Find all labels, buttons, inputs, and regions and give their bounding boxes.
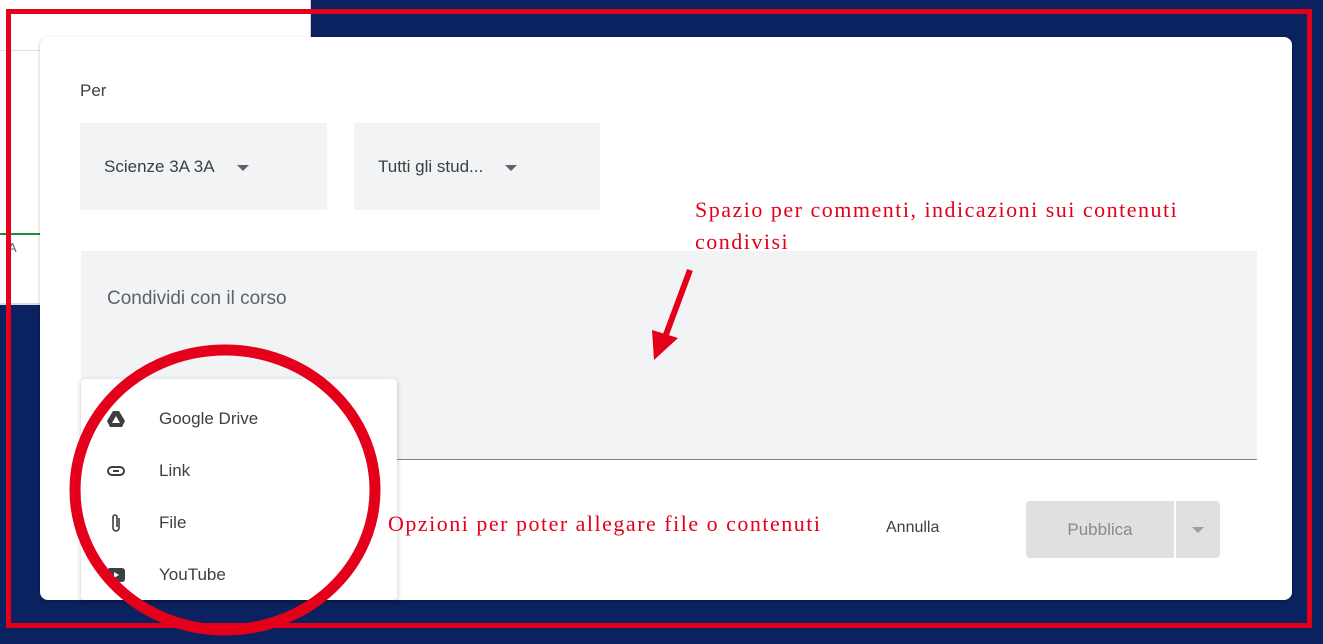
annotation-attach-options: Opzioni per poter allegare file o conten… [388, 511, 822, 536]
annotation-comment-area: Spazio per commenti, indicazioni sui con… [695, 197, 1179, 254]
